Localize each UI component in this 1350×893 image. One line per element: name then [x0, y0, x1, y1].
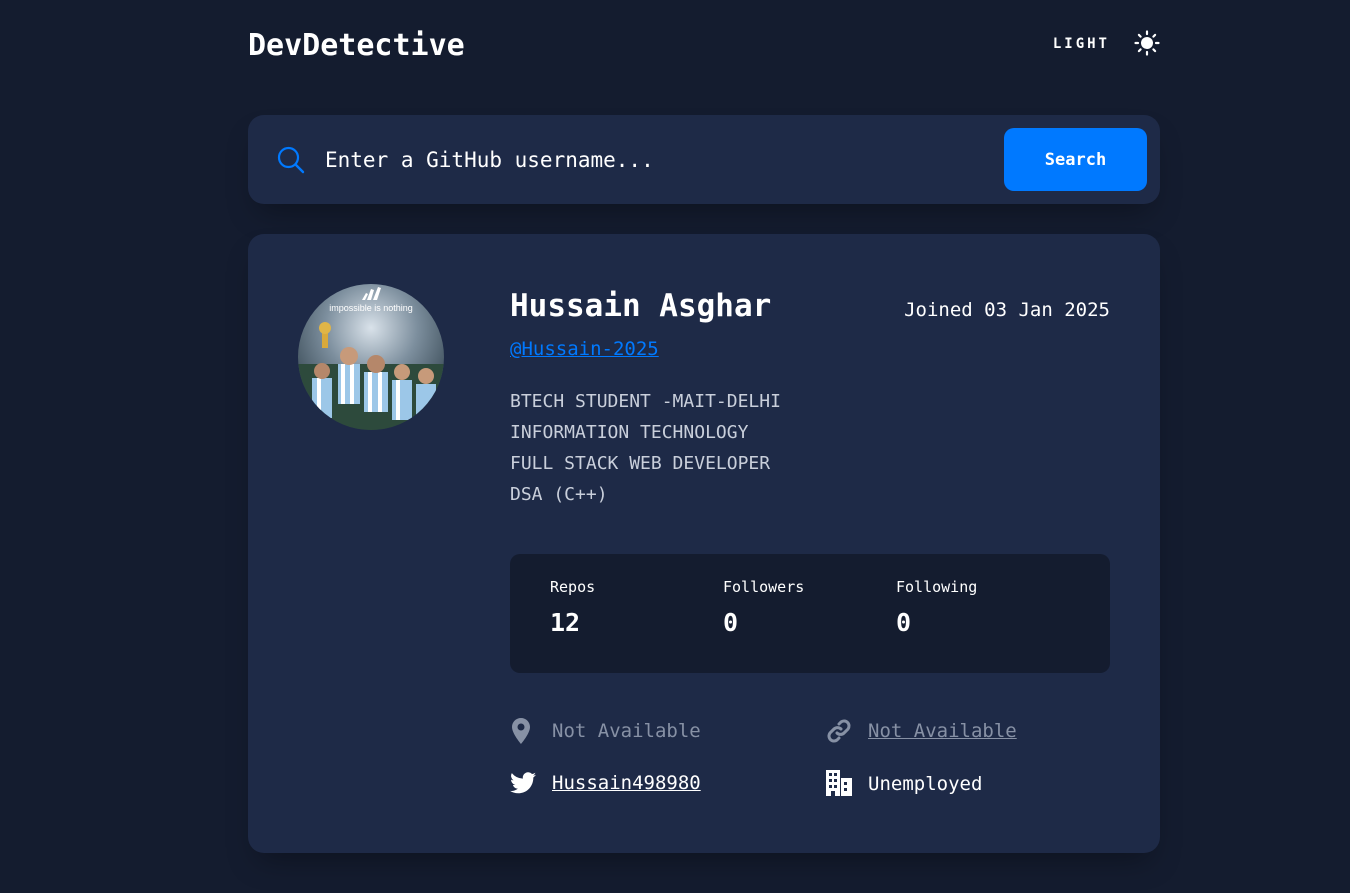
bio-line: INFORMATION TECHNOLOGY [510, 422, 749, 443]
profile-bio: BTECH STUDENT -MAIT-DELHI INFORMATION TE… [510, 386, 1110, 510]
theme-toggle[interactable]: LIGHT [1053, 30, 1160, 56]
stat-repos: Repos 12 [550, 578, 595, 637]
profile-card: impossible is nothing Hussain Asghar Joi… [248, 234, 1160, 853]
website-link[interactable]: Not Available [868, 720, 1017, 742]
stat-repos-label: Repos [550, 578, 596, 596]
twitter-link[interactable]: Hussain498980 [552, 772, 701, 794]
profile-login-link[interactable]: @Hussain-2025 [510, 338, 659, 360]
stat-following-label: Following [896, 578, 978, 596]
profile-name: Hussain Asghar [510, 288, 772, 324]
location-pin-icon [512, 718, 530, 744]
twitter-row: Hussain498980 [510, 772, 701, 794]
avatar-caption: impossible is nothing [329, 303, 413, 313]
location-text: Not Available [552, 720, 701, 742]
twitter-icon [510, 772, 536, 794]
bio-line: DSA (C++) [510, 484, 608, 505]
stat-followers: Followers 0 [723, 578, 804, 637]
header: DevDetective LIGHT [248, 0, 1160, 115]
avatar: impossible is nothing [298, 284, 444, 430]
search-bar: Search [248, 115, 1160, 204]
sun-icon [1134, 30, 1160, 56]
building-icon [826, 770, 852, 796]
stat-following: Following 0 [896, 578, 977, 637]
app-container: DevDetective LIGHT Enter a GitHub userna… [248, 0, 1160, 853]
website-row: Not Available [826, 718, 1017, 744]
link-icon [827, 719, 851, 743]
company-row: Unemployed [826, 770, 982, 796]
stats-panel: Repos 12 Followers 0 Following 0 [510, 554, 1110, 673]
theme-toggle-label: LIGHT [1052, 36, 1110, 52]
bio-line: BTECH STUDENT -MAIT-DELHI [510, 391, 781, 412]
search-input[interactable] [323, 137, 977, 183]
bio-line: FULL STACK WEB DEVELOPER [510, 453, 771, 474]
stat-followers-label: Followers [723, 578, 805, 596]
search-button[interactable]: Search [1004, 128, 1147, 191]
stat-following-value: 0 [896, 608, 912, 637]
search-icon [277, 146, 305, 174]
joined-date: Joined 03 Jan 2025 [904, 299, 1110, 321]
company-text: Unemployed [868, 773, 983, 795]
stat-repos-value: 12 [550, 608, 581, 637]
stat-followers-value: 0 [723, 608, 739, 637]
location-row: Not Available [510, 718, 701, 744]
app-logo: DevDetective [248, 28, 465, 63]
